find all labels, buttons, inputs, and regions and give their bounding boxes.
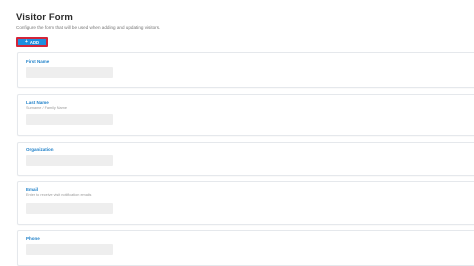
add-button-label: ADD	[29, 39, 39, 45]
organization-input[interactable]	[26, 155, 113, 166]
field-card-first-name: First Name	[17, 52, 474, 88]
first-name-input[interactable]	[26, 67, 113, 78]
page-title: Visitor Form	[16, 12, 73, 23]
field-label-last-name: Last Name	[26, 100, 49, 105]
phone-input[interactable]	[26, 244, 113, 255]
plus-icon: +	[25, 38, 28, 45]
field-card-organization: Organization	[17, 142, 474, 176]
add-button[interactable]: + ADD	[16, 37, 48, 47]
field-card-email: Email Enter to receive visit notificatio…	[17, 181, 474, 225]
field-label-phone: Phone	[26, 236, 40, 241]
field-label-organization: Organization	[26, 147, 54, 152]
last-name-input[interactable]	[26, 114, 113, 125]
email-input[interactable]	[26, 203, 113, 214]
field-label-first-name: First Name	[26, 59, 50, 64]
field-card-last-name: Last Name Surname / Family Name	[17, 94, 474, 136]
field-card-phone: Phone	[17, 230, 474, 266]
field-hint-last-name: Surname / Family Name	[26, 106, 67, 110]
page-subtitle: Configure the form that will be used whe…	[16, 25, 161, 30]
field-hint-email: Enter to receive visit notification emai…	[26, 193, 92, 197]
field-label-email: Email	[26, 187, 39, 192]
